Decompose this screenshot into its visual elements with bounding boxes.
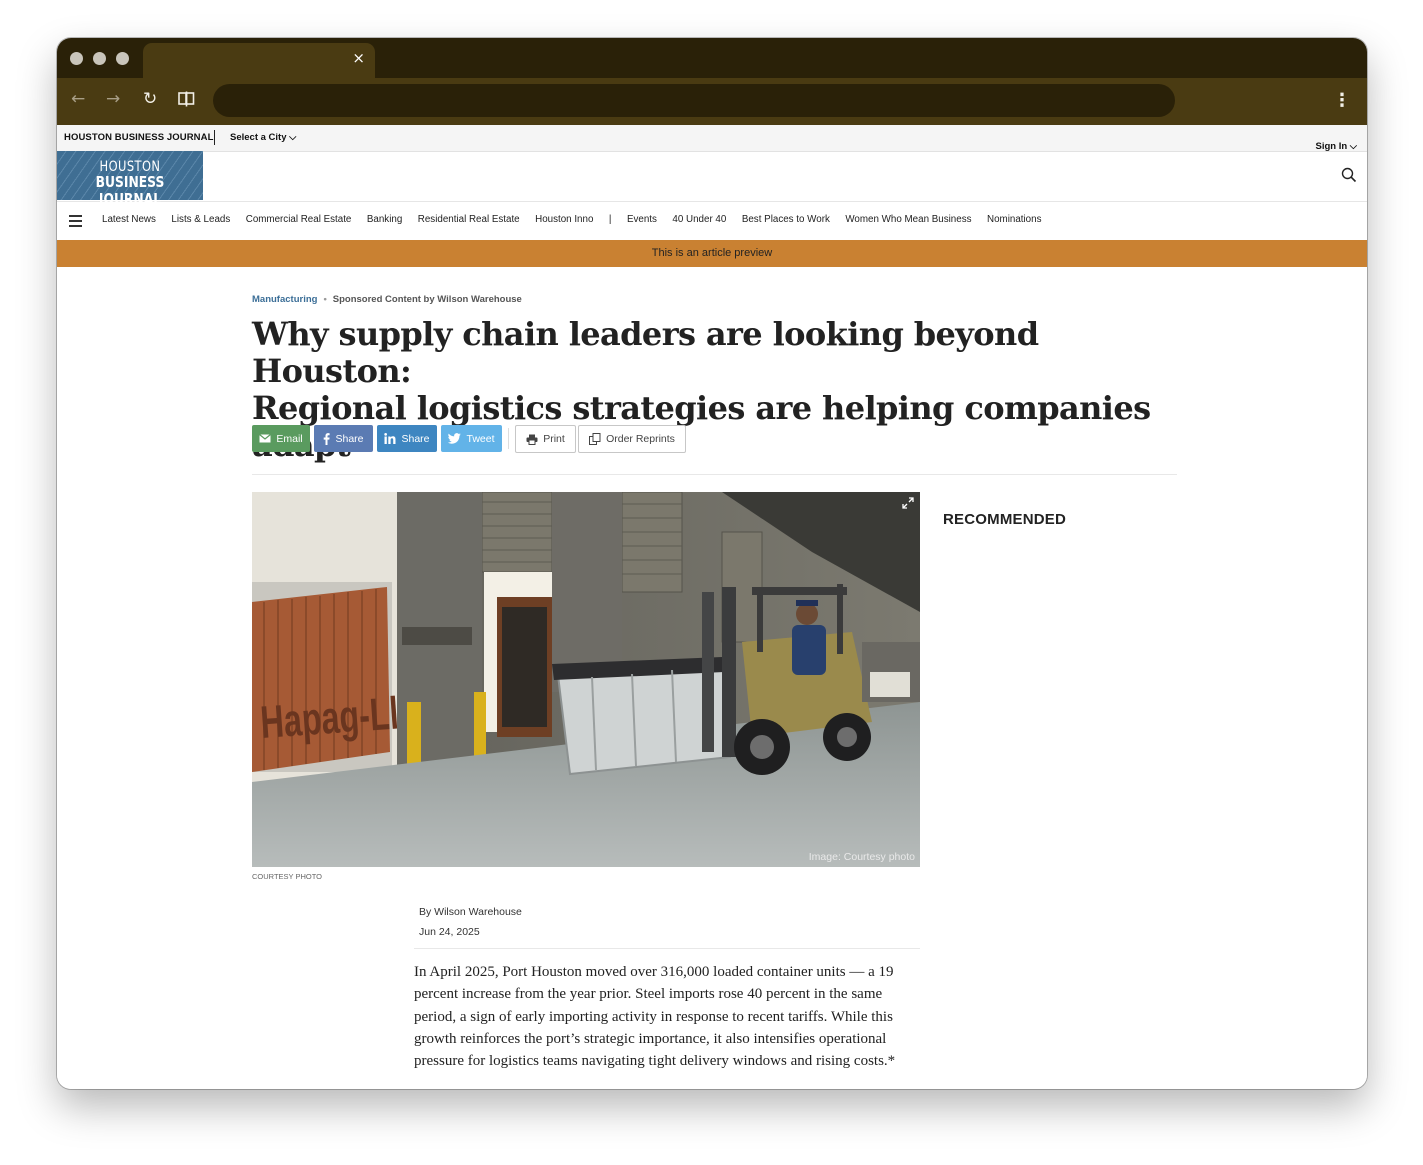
close-tab-icon[interactable]: × xyxy=(352,49,365,67)
nav-separator: | xyxy=(608,214,612,225)
linkedin-share-button[interactable]: Share xyxy=(377,425,437,452)
print-label: Print xyxy=(543,433,565,445)
envelope-icon xyxy=(259,434,272,443)
nav-item-latest-news[interactable]: Latest News xyxy=(102,214,156,225)
article-hero-image[interactable]: Hapag-Lloyd Image: Courtesy photo xyxy=(252,492,920,867)
search-icon[interactable] xyxy=(1341,167,1357,183)
share-divider xyxy=(508,428,509,449)
linkedin-share-label: Share xyxy=(401,432,430,445)
nav-item-events[interactable]: Events xyxy=(627,214,657,225)
back-icon[interactable]: ← xyxy=(71,89,85,109)
nav-item-lists-leads[interactable]: Lists & Leads xyxy=(171,214,230,225)
article-date: Jun 24, 2025 xyxy=(419,926,480,938)
nav-item-list: Latest News Lists & Leads Commercial Real … xyxy=(102,214,1041,225)
browser-toolbar: ← → ↻ ⋮ xyxy=(57,78,1367,125)
headline-line-1: Why supply chain leaders are looking bey… xyxy=(252,315,1039,390)
twitter-bird-icon xyxy=(448,433,462,444)
city-select[interactable]: Select a City ⌵ xyxy=(230,132,296,143)
browser-tab[interactable]: × xyxy=(143,43,375,80)
twitter-share-label: Tweet xyxy=(466,432,495,445)
nav-item-best-places-to-work[interactable]: Best Places to Work xyxy=(742,214,830,225)
divider xyxy=(252,474,1177,475)
kicker-separator: • xyxy=(323,294,327,305)
article-byline: By Wilson Warehouse xyxy=(419,906,522,918)
nav-item-commercial-real-estate[interactable]: Commercial Real Estate xyxy=(246,214,352,225)
facebook-share-label: Share xyxy=(335,432,364,445)
address-bar[interactable] xyxy=(213,84,1175,117)
nav-item-40-under-40[interactable]: 40 Under 40 xyxy=(672,214,726,225)
facebook-icon xyxy=(324,432,331,445)
top-utility-bar: HOUSTON BUSINESS JOURNAL Select a City ⌵… xyxy=(57,125,1367,152)
main-navigation: Latest News Lists & Leads Commercial Real … xyxy=(57,202,1367,240)
zoom-window-button[interactable] xyxy=(116,52,129,65)
email-share-button[interactable]: Email xyxy=(252,425,310,452)
category-link[interactable]: Manufacturing xyxy=(252,294,317,305)
reload-icon[interactable]: ↻ xyxy=(143,89,157,109)
twitter-share-button[interactable]: Tweet xyxy=(441,425,502,452)
expand-image-icon[interactable] xyxy=(902,497,914,509)
site-header: HOUSTON BUSINESS JOURNAL xyxy=(57,151,1367,208)
email-share-label: Email xyxy=(276,432,303,445)
nav-item-houston-inno[interactable]: Houston Inno xyxy=(535,214,593,225)
close-window-button[interactable] xyxy=(70,52,83,65)
reader-mode-icon[interactable] xyxy=(178,91,195,107)
order-reprints-button[interactable]: Order Reprints xyxy=(578,425,686,453)
copy-icon xyxy=(589,433,601,445)
web-page: HOUSTON BUSINESS JOURNAL Select a City ⌵… xyxy=(57,125,1367,1089)
sponsor-label: Sponsored Content by Wilson Warehouse xyxy=(332,294,522,305)
divider xyxy=(414,948,920,949)
order-reprints-label: Order Reprints xyxy=(606,433,675,445)
article-body-paragraph: In April 2025, Port Houston moved over 3… xyxy=(414,964,896,1070)
article-preview-banner: This is an article preview xyxy=(57,240,1367,267)
browser-window: × ← → ↻ ⋮ HOUSTON BUSINESS JOURNAL Selec… xyxy=(57,38,1367,1089)
site-brand-link[interactable]: HOUSTON BUSINESS JOURNAL xyxy=(64,132,214,143)
nav-item-residential-real-estate[interactable]: Residential Real Estate xyxy=(418,214,520,225)
photo-credit: COURTESY PHOTO xyxy=(252,872,323,881)
browser-menu-icon[interactable]: ⋮ xyxy=(1333,90,1351,111)
hamburger-menu-icon[interactable] xyxy=(69,215,82,227)
divider xyxy=(214,130,215,145)
image-overlay-caption: Image: Courtesy photo xyxy=(808,851,915,863)
minimize-window-button[interactable] xyxy=(93,52,106,65)
printer-icon xyxy=(526,434,538,445)
nav-item-nominations[interactable]: Nominations xyxy=(987,214,1041,225)
warehouse-forklift-illustration: Hapag-Lloyd xyxy=(252,492,920,867)
site-logo[interactable]: HOUSTON BUSINESS JOURNAL xyxy=(57,151,203,208)
nav-item-women-who-mean-business[interactable]: Women Who Mean Business xyxy=(845,214,971,225)
facebook-share-button[interactable]: Share xyxy=(314,425,373,452)
nav-item-banking[interactable]: Banking xyxy=(367,214,402,225)
article-kicker: Manufacturing • Sponsored Content by Wilso… xyxy=(252,294,522,305)
tab-strip: × xyxy=(57,38,1367,80)
forward-icon[interactable]: → xyxy=(106,89,120,109)
logo-top-text: HOUSTON xyxy=(99,159,161,175)
linkedin-icon xyxy=(384,433,396,444)
print-button[interactable]: Print xyxy=(515,425,576,453)
recommended-heading: RECOMMENDED xyxy=(943,511,1067,528)
